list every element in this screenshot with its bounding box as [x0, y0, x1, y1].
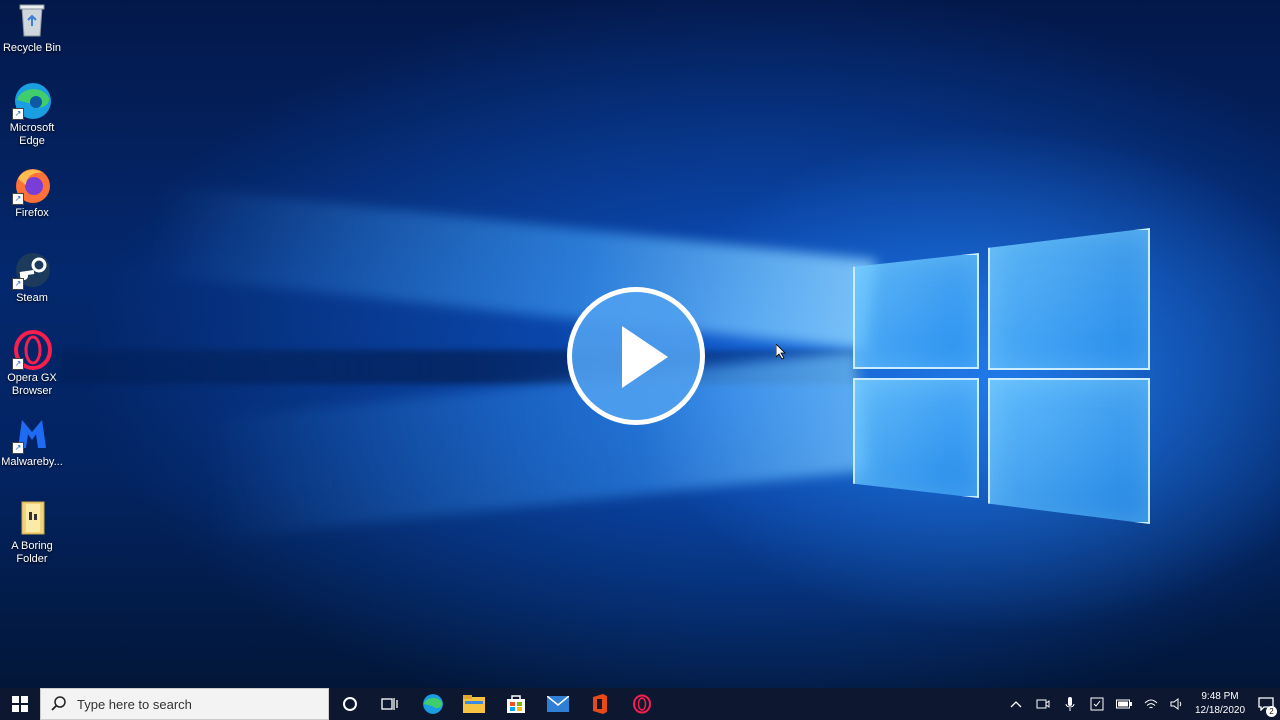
windows-logo-pane — [853, 378, 979, 498]
desktop-icon-malwarebytes[interactable]: ↗ Malwareby... — [0, 414, 64, 469]
tray-network[interactable] — [1140, 688, 1162, 720]
desktop-icon-recycle-bin[interactable]: Recycle Bin — [0, 0, 64, 55]
windows-logo-pane — [988, 378, 1150, 524]
tray-camera[interactable] — [1032, 688, 1054, 720]
firefox-icon: ↗ — [12, 165, 52, 205]
tray-volume[interactable] — [1166, 688, 1188, 720]
opera-gx-icon — [633, 694, 651, 714]
desktop-icon-label: Malwareby... — [1, 456, 63, 468]
tray-security[interactable] — [1086, 688, 1108, 720]
taskbar-app-office[interactable] — [582, 688, 618, 720]
office-icon — [593, 694, 607, 714]
edge-icon: ↗ — [12, 80, 52, 120]
taskbar: Type here to search 9:48 PM 12/18/2020 2 — [0, 688, 1280, 720]
shortcut-arrow-icon: ↗ — [12, 193, 24, 205]
desktop-icon-label: Firefox — [15, 207, 49, 219]
windows-logo-pane — [988, 228, 1150, 370]
microphone-icon — [1065, 697, 1075, 711]
camera-icon — [1036, 699, 1050, 709]
desktop-icon-label: Opera GX Browser — [7, 372, 57, 397]
wifi-icon — [1144, 699, 1158, 709]
desktop-icon-label: Steam — [16, 292, 48, 304]
volume-icon — [1170, 698, 1182, 710]
taskbar-app-store[interactable] — [498, 688, 534, 720]
start-button[interactable] — [0, 688, 40, 720]
defender-icon — [1090, 697, 1104, 711]
recycle-bin-icon — [12, 0, 52, 40]
action-center-button[interactable]: 2 — [1252, 688, 1280, 720]
desktop-icon-label: Microsoft Edge — [9, 122, 55, 147]
show-hidden-icons-button[interactable] — [1006, 688, 1026, 720]
desktop-icon-boring-folder[interactable]: A Boring Folder — [0, 498, 64, 566]
windows-start-icon — [12, 696, 28, 712]
windows-logo-pane — [853, 253, 979, 369]
play-icon — [622, 326, 668, 388]
shortcut-arrow-icon: ↗ — [12, 358, 24, 370]
taskbar-app-edge[interactable] — [415, 688, 451, 720]
taskbar-app-opera-gx[interactable] — [624, 688, 660, 720]
mouse-cursor-icon — [775, 343, 786, 365]
opera-gx-icon: ↗ — [12, 330, 52, 370]
desktop-icon-label: A Boring Folder — [11, 540, 53, 565]
shortcut-arrow-icon: ↗ — [12, 442, 24, 454]
file-explorer-icon — [463, 695, 485, 713]
shortcut-arrow-icon: ↗ — [12, 278, 24, 290]
cortana-button[interactable] — [333, 688, 367, 720]
taskbar-app-mail[interactable] — [540, 688, 576, 720]
search-placeholder: Type here to search — [77, 696, 192, 712]
notification-count-badge: 2 — [1266, 706, 1277, 717]
taskbar-app-file-explorer[interactable] — [456, 688, 492, 720]
clock-date: 12/18/2020 — [1194, 705, 1246, 716]
folder-icon — [12, 498, 52, 538]
tray-microphone[interactable] — [1059, 688, 1081, 720]
store-icon — [507, 695, 525, 713]
tray-clock[interactable]: 9:48 PM 12/18/2020 — [1190, 688, 1250, 720]
malwarebytes-icon: ↗ — [12, 414, 52, 454]
desktop-icon-label: Recycle Bin — [2, 42, 62, 54]
steam-icon: ↗ — [12, 250, 52, 290]
shortcut-arrow-icon: ↗ — [12, 108, 24, 120]
cortana-icon — [343, 697, 357, 711]
search-icon — [51, 696, 66, 711]
desktop-icon-edge[interactable]: ↗ Microsoft Edge — [0, 80, 64, 148]
video-play-button[interactable] — [567, 287, 705, 425]
clock-time: 9:48 PM — [1201, 691, 1239, 702]
desktop-icon-firefox[interactable]: ↗ Firefox — [0, 165, 64, 220]
battery-icon — [1116, 699, 1132, 709]
tray-battery[interactable] — [1113, 688, 1135, 720]
taskbar-search-box[interactable]: Type here to search — [40, 688, 329, 720]
chevron-up-icon — [1010, 701, 1022, 708]
task-view-button[interactable] — [373, 688, 407, 720]
task-view-icon — [381, 698, 398, 710]
light-beam-top — [150, 185, 877, 350]
desktop-icon-steam[interactable]: ↗ Steam — [0, 250, 64, 305]
desktop-icon-opera-gx[interactable]: ↗ Opera GX Browser — [0, 330, 64, 398]
edge-icon — [423, 694, 443, 714]
mail-icon — [547, 696, 569, 712]
